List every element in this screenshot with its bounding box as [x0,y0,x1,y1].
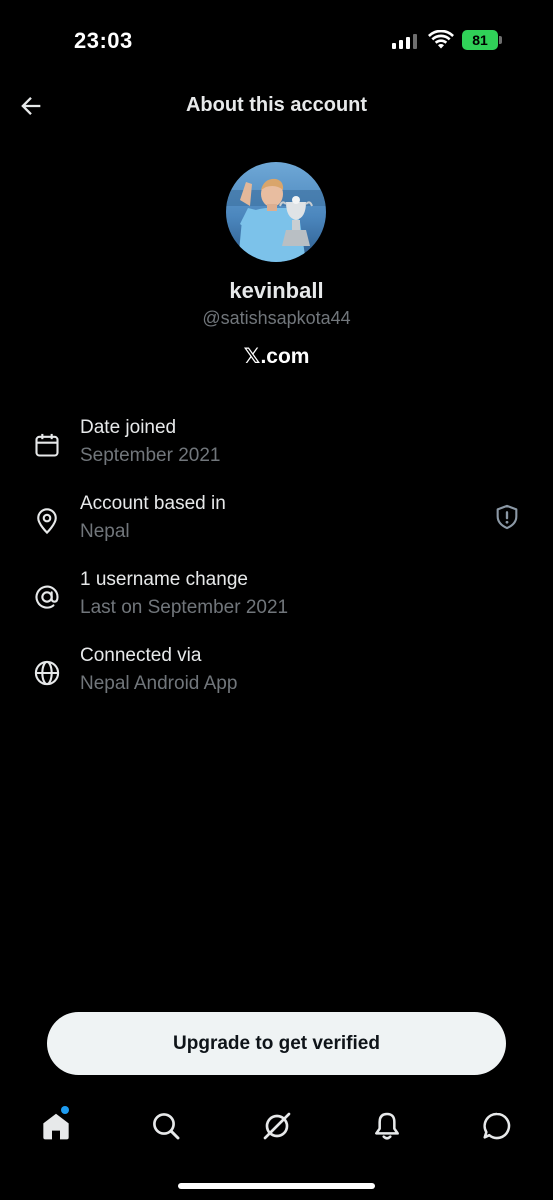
bell-icon[interactable] [371,1110,403,1142]
cellular-signal-icon [392,33,418,49]
wifi-icon [428,30,454,49]
home-icon[interactable] [40,1110,72,1142]
messages-icon[interactable] [481,1110,513,1142]
battery-level: 81 [472,32,488,48]
detail-value: Nepal [80,521,130,542]
detail-value: Nepal Android App [80,673,238,694]
home-indicator [178,1183,375,1189]
username-handle: @satishsapkota44 [202,308,351,328]
detail-row-account-location: Account based in Nepal [0,491,553,555]
shield-alert-icon[interactable] [493,503,521,531]
avatar[interactable] [226,162,326,262]
detail-row-username-change: 1 username change Last on September 2021 [0,567,553,631]
detail-label: Account based in [80,493,226,514]
upgrade-verified-button[interactable]: Upgrade to get verified [47,1012,506,1075]
status-time: 23:03 [74,28,133,53]
battery-indicator: 81 [462,30,498,50]
detail-label: 1 username change [80,569,248,590]
at-sign-icon [35,585,59,609]
detail-value: Last on September 2021 [80,597,289,618]
detail-row-date-joined: Date joined September 2021 [0,415,553,479]
detail-value: September 2021 [80,445,221,466]
notification-dot [61,1106,69,1114]
globe-icon [34,660,60,686]
detail-row-connected-via: Connected via Nepal Android App [0,643,553,707]
grok-icon[interactable] [261,1110,293,1142]
detail-label: Date joined [80,417,177,438]
search-icon[interactable] [150,1110,182,1142]
location-pin-icon [37,508,57,535]
account-source: 𝕏.com [243,345,310,368]
battery-cap [499,36,502,44]
page-title: About this account [185,94,368,116]
display-name: kevinball [229,278,324,303]
detail-label: Connected via [80,645,202,666]
calendar-icon [35,433,59,457]
